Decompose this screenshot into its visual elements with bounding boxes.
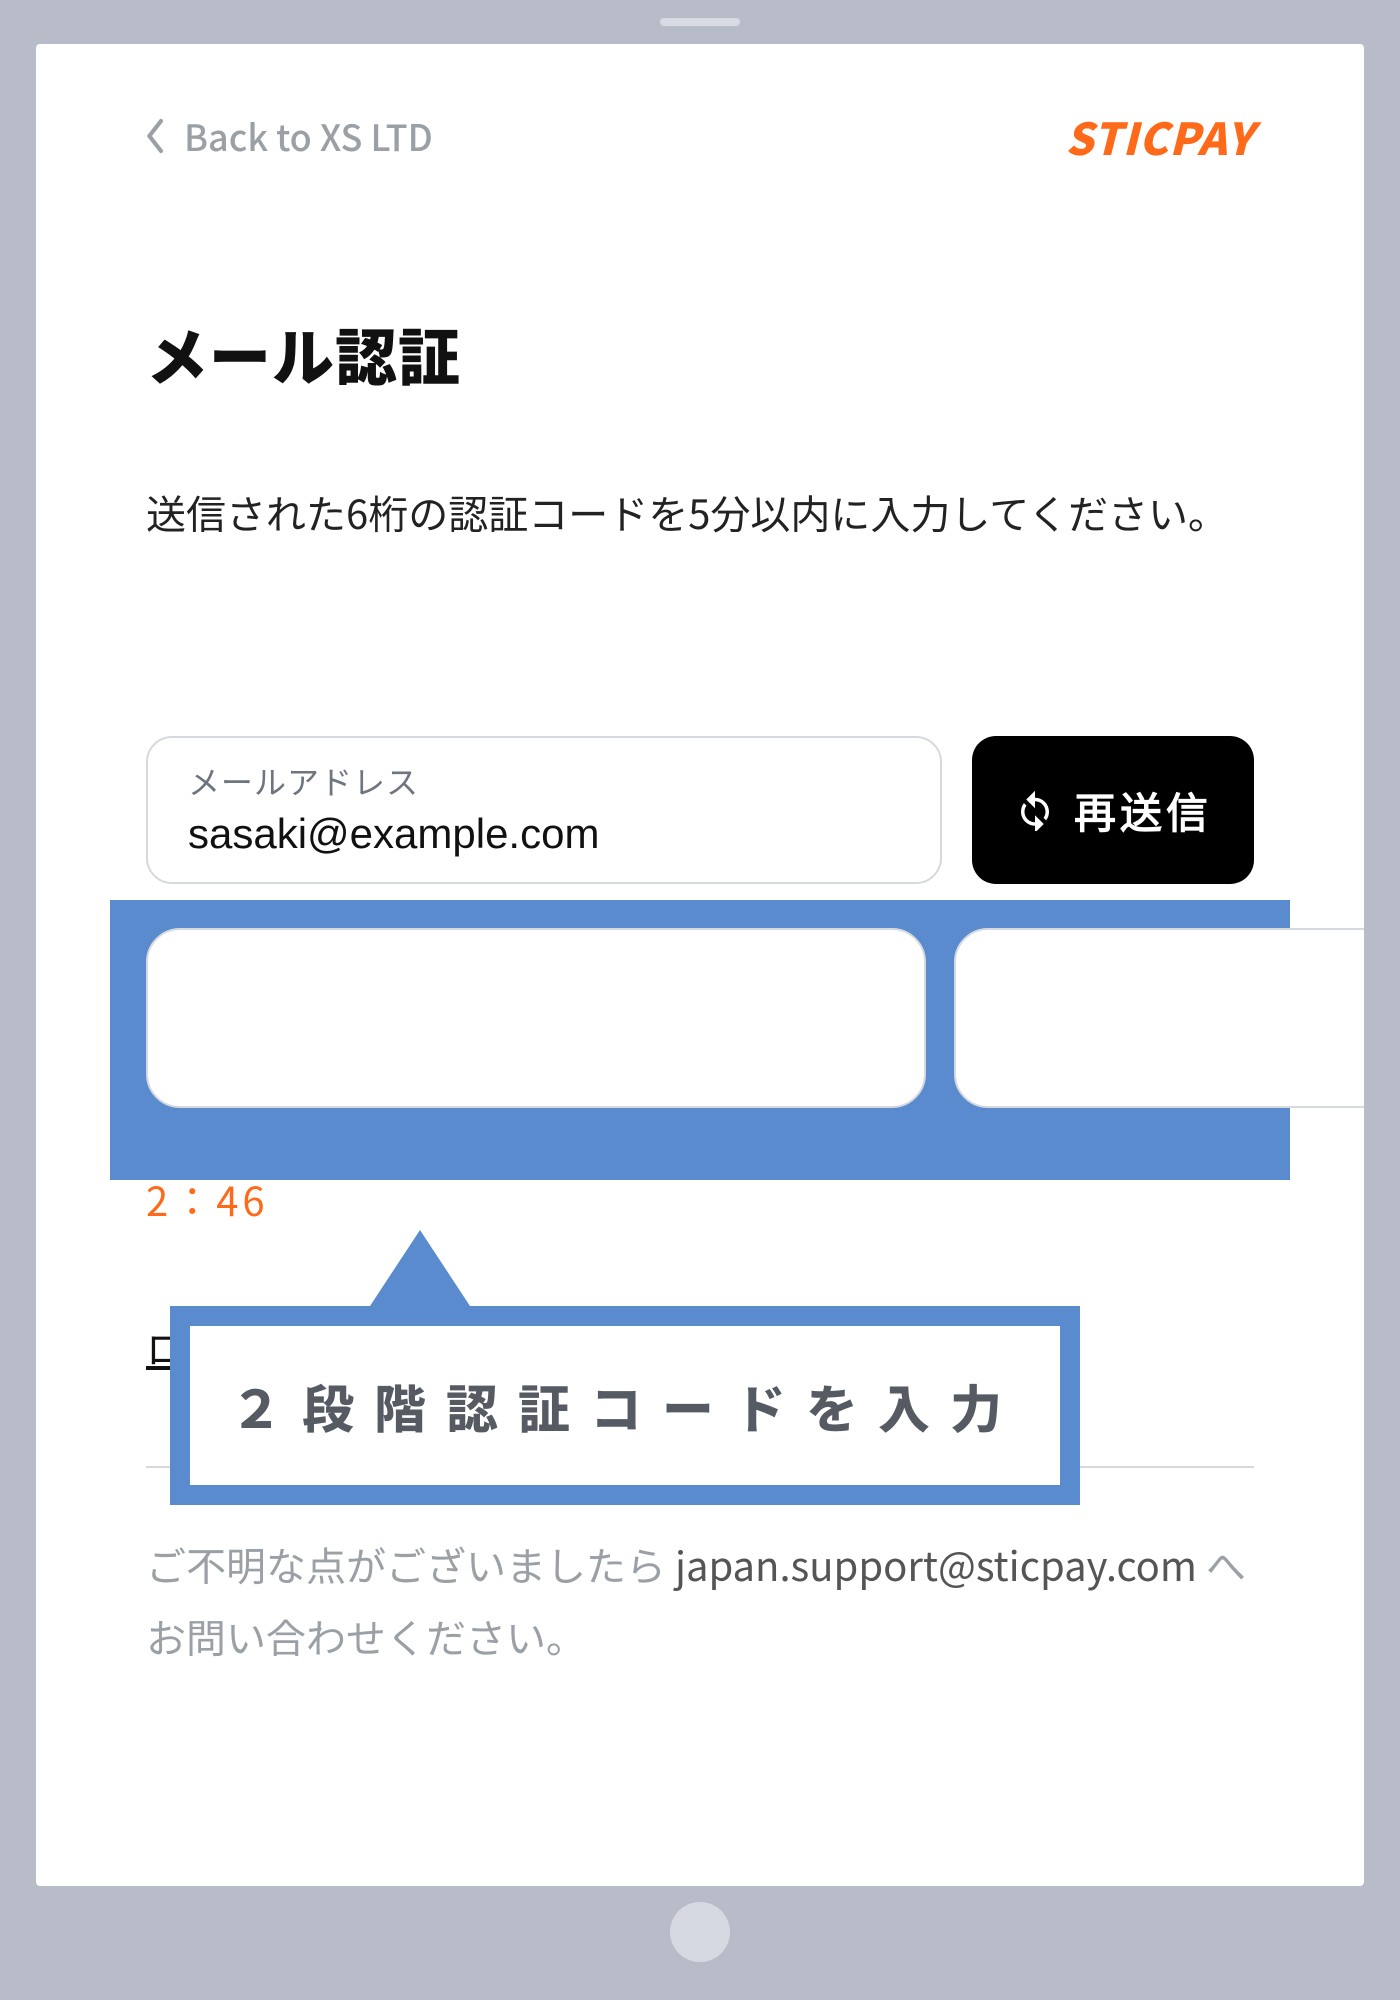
screen: Back to XS LTD STICPAY メール認証 送信された6桁の認証コ… — [36, 44, 1364, 1886]
back-button[interactable]: Back to XS LTD — [146, 110, 433, 162]
refresh-icon — [1014, 789, 1056, 831]
brand-logo: STICPAY — [1065, 104, 1254, 168]
annotation-callout: ２段階認証コードを入力 — [170, 1230, 1080, 1505]
callout-text: ２段階認証コードを入力 — [170, 1306, 1080, 1505]
otp-section — [146, 900, 1254, 1136]
tablet-frame: Back to XS LTD STICPAY メール認証 送信された6桁の認証コ… — [0, 0, 1400, 2000]
page-subtitle: 送信された6桁の認証コードを5分以内に入力してください。 — [146, 478, 1254, 546]
email-input[interactable] — [188, 810, 900, 858]
header: Back to XS LTD STICPAY — [146, 104, 1254, 168]
email-field[interactable]: メールアドレス — [146, 736, 942, 884]
countdown-timer: 2：46 — [146, 1170, 1254, 1228]
resend-button[interactable]: 再送信 — [972, 736, 1254, 884]
back-label: Back to XS LTD — [184, 110, 433, 162]
email-field-label: メールアドレス — [188, 758, 900, 804]
callout-arrow-icon — [370, 1230, 470, 1306]
otp-digit-2[interactable] — [954, 928, 1364, 1108]
chevron-left-icon — [146, 118, 166, 154]
otp-row — [146, 900, 1254, 1136]
page-title: メール認証 — [146, 308, 1254, 398]
help-pre: ご不明な点がございましたら — [146, 1535, 675, 1593]
otp-digit-1[interactable] — [146, 928, 926, 1108]
help-email: japan.support@sticpay.com — [675, 1535, 1197, 1593]
tablet-bezel: Back to XS LTD STICPAY メール認証 送信された6桁の認証コ… — [6, 4, 1394, 1996]
home-button[interactable] — [670, 1902, 730, 1962]
speaker-slot — [660, 18, 740, 26]
resend-label: 再送信 — [1074, 780, 1212, 841]
help-text: ご不明な点がございましたら japan.support@sticpay.com … — [146, 1528, 1254, 1672]
email-row: メールアドレス 再送信 — [146, 736, 1254, 884]
